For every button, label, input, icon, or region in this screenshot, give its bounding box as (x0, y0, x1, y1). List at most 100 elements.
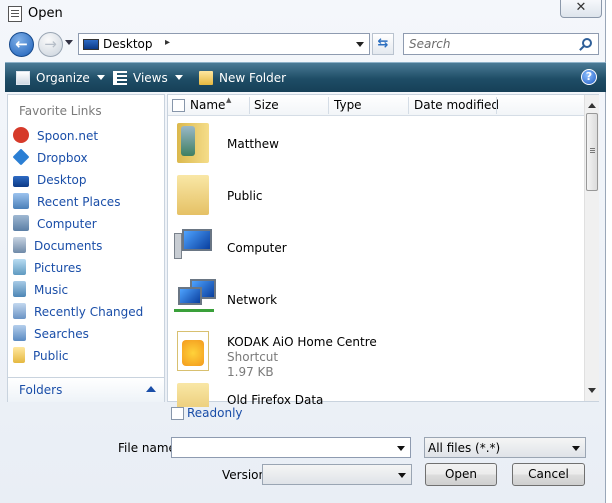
help-icon[interactable]: ? (581, 69, 597, 85)
sidebar-item-public[interactable]: Public (13, 345, 163, 367)
forward-button[interactable]: → (38, 32, 63, 57)
music-icon (13, 281, 26, 297)
chevron-down-icon[interactable] (397, 446, 405, 451)
readonly-label[interactable]: Readonly (187, 406, 243, 420)
background-strip (606, 0, 612, 503)
list-item[interactable]: KODAK AiO Home Centre Shortcut 1.97 KB (168, 325, 584, 379)
file-list: Matthew Public Computer Network KODAK Ai… (168, 117, 584, 407)
column-divider[interactable] (496, 97, 497, 114)
sidebar-item-documents[interactable]: Documents (13, 235, 163, 257)
list-item[interactable]: Matthew (168, 117, 584, 169)
views-menu[interactable]: Views (113, 69, 183, 87)
sidebar-item-desktop[interactable]: Desktop (13, 169, 163, 191)
sidebar-item-music[interactable]: Music (13, 279, 163, 301)
views-icon (113, 71, 127, 85)
sidebar-item-dropbox[interactable]: Dropbox (12, 147, 163, 169)
file-name-field[interactable] (171, 437, 411, 458)
file-type-value: All files (*.*) (428, 441, 501, 455)
file-name: KODAK AiO Home Centre (227, 335, 377, 349)
breadcrumb-chevron-icon[interactable]: ▸ (165, 37, 170, 48)
vertical-scrollbar[interactable] (584, 95, 599, 401)
kodak-logo-icon (182, 340, 204, 366)
column-divider[interactable] (328, 97, 329, 114)
new-folder-icon (199, 71, 213, 85)
computer-icon (174, 229, 214, 261)
close-icon: ✕ (575, 0, 587, 15)
search-icon[interactable] (582, 38, 592, 48)
desktop-icon (13, 176, 29, 187)
column-header-size[interactable]: Size (254, 98, 279, 114)
back-button[interactable]: ← (9, 32, 34, 57)
navigation-bar: ← → Desktop ▸ ⇆ Search (0, 28, 606, 60)
sidebar-item-label: Spoon.net (37, 129, 99, 143)
open-button[interactable]: Open (425, 463, 497, 486)
column-divider[interactable] (408, 97, 409, 114)
list-item[interactable]: Computer (168, 221, 584, 273)
title-bar: Open ✕ (0, 0, 606, 28)
open-dialog: Open ✕ ← → Desktop ▸ ⇆ Search Organize V… (0, 0, 606, 503)
folder-icon (177, 383, 209, 407)
search-input[interactable]: Search (403, 33, 599, 55)
desktop-icon (83, 39, 99, 50)
folders-label: Folders (19, 383, 63, 397)
address-bar[interactable]: Desktop ▸ (78, 33, 370, 55)
file-type-select[interactable]: All files (*.*) (424, 437, 586, 458)
refresh-icon: ⇆ (377, 36, 389, 51)
sidebar-item-label: Searches (34, 327, 89, 341)
refresh-button[interactable]: ⇆ (372, 33, 394, 55)
address-dropdown-icon[interactable] (356, 42, 364, 47)
monitor-screen-icon (182, 229, 212, 251)
column-header-name[interactable]: ▲ Name (190, 96, 231, 114)
sidebar-item-computer[interactable]: Computer (13, 213, 163, 235)
column-header-type[interactable]: Type (334, 98, 362, 114)
sidebar-item-label: Recent Places (37, 195, 121, 209)
dropbox-icon (12, 148, 30, 166)
chevron-down-icon (174, 75, 183, 80)
list-item[interactable]: Network (168, 273, 584, 325)
back-arrow-icon: ← (15, 35, 28, 53)
navigation-pane: Favorite Links Spoon.net Dropbox Desktop… (7, 94, 165, 402)
file-name: Old Firefox Data (227, 393, 324, 407)
file-name: Computer (227, 241, 287, 255)
version-select[interactable] (262, 464, 412, 485)
organize-label: Organize (36, 71, 90, 85)
file-type: Shortcut (227, 350, 279, 364)
close-button[interactable]: ✕ (560, 0, 602, 18)
new-folder-button[interactable]: New Folder (199, 69, 286, 87)
scroll-down-icon[interactable] (588, 388, 596, 393)
user-avatar-icon (181, 126, 195, 156)
sidebar-item-label: Dropbox (37, 151, 88, 165)
command-toolbar: Organize Views New Folder ? (5, 62, 606, 92)
sidebar-item-recent-places[interactable]: Recent Places (13, 191, 163, 213)
network-icon (174, 279, 218, 313)
spoon-icon (13, 127, 29, 143)
sidebar-item-spoon-net[interactable]: Spoon.net (13, 125, 163, 147)
sidebar-item-searches[interactable]: Searches (13, 323, 163, 345)
address-text: Desktop (103, 37, 153, 51)
sidebar-item-recently-changed[interactable]: Recently Changed (13, 301, 163, 323)
pictures-icon (13, 259, 26, 275)
sort-ascending-icon: ▲ (226, 96, 232, 104)
scrollbar-thumb[interactable] (586, 113, 598, 191)
readonly-checkbox[interactable] (171, 407, 184, 420)
list-item[interactable]: Old Firefox Data (168, 377, 584, 407)
favorite-links-list: Spoon.net Dropbox Desktop Recent Places … (12, 125, 163, 367)
sidebar-item-label: Pictures (34, 261, 82, 275)
recent-pages-dropdown[interactable] (65, 40, 73, 45)
kodak-shortcut-icon (177, 331, 209, 371)
forward-arrow-icon: → (44, 35, 57, 53)
scroll-up-icon[interactable] (588, 103, 596, 108)
column-header-date-modified[interactable]: Date modified (414, 98, 499, 114)
recently-changed-icon (13, 303, 26, 319)
sidebar-item-pictures[interactable]: Pictures (13, 257, 163, 279)
documents-icon (13, 237, 26, 253)
network-cable-icon (174, 309, 214, 312)
column-divider[interactable] (249, 97, 250, 114)
list-item[interactable]: Public (168, 169, 584, 221)
cancel-button[interactable]: Cancel (512, 463, 585, 486)
document-icon (8, 6, 22, 22)
views-label: Views (133, 71, 168, 85)
select-all-checkbox[interactable] (172, 99, 185, 112)
folders-toggle[interactable]: Folders (8, 377, 164, 402)
organize-menu[interactable]: Organize (16, 69, 105, 87)
